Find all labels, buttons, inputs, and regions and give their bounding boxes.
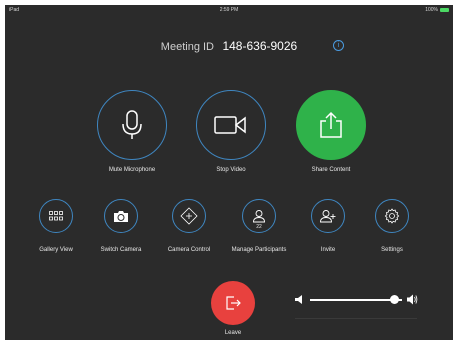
participants-count: 22 — [256, 224, 262, 230]
meeting-id-value: 148-636-9026 — [222, 39, 298, 53]
info-icon[interactable]: i — [333, 40, 344, 51]
settings-button[interactable] — [375, 199, 409, 233]
share-content-label: Share Content — [311, 167, 351, 173]
manage-participants-button[interactable]: 22 — [242, 199, 276, 233]
clock: 2:59 PM — [219, 7, 239, 13]
leave-label: Leave — [224, 330, 242, 336]
invite-icon — [320, 210, 336, 223]
volume-low-icon — [295, 295, 302, 304]
share-icon — [320, 111, 342, 138]
stop-video-label: Stop Video — [216, 167, 246, 173]
gear-icon — [384, 208, 400, 224]
meeting-id: Meeting ID 148-636-9026 — [5, 37, 453, 55]
battery-icon — [440, 8, 449, 12]
meeting-controls-screen: iPad 2:59 PM 100% Meeting ID 148-636-902… — [5, 5, 453, 340]
grid-icon — [49, 211, 63, 221]
volume-divider — [295, 318, 417, 319]
meeting-id-label: Meeting ID — [160, 41, 214, 53]
share-content-button[interactable] — [296, 90, 366, 160]
manage-participants-label: Manage Participants — [231, 247, 287, 253]
camera-control-button[interactable] — [172, 199, 206, 233]
leave-button[interactable] — [211, 281, 255, 325]
volume-control — [295, 291, 418, 321]
volume-high-icon — [407, 294, 418, 305]
battery-indicator: 100% — [425, 7, 449, 13]
settings-label: Settings — [381, 247, 403, 253]
switch-camera-icon — [114, 210, 128, 222]
volume-slider-knob[interactable] — [390, 295, 400, 304]
mute-microphone-button[interactable] — [97, 90, 167, 160]
camera-control-label: Camera Control — [167, 247, 211, 253]
status-bar: iPad 2:59 PM 100% — [5, 5, 453, 15]
participants-icon — [253, 210, 265, 223]
gallery-view-button[interactable] — [39, 199, 73, 233]
volume-slider[interactable] — [310, 299, 402, 301]
exit-icon — [226, 296, 241, 310]
switch-camera-button[interactable] — [104, 199, 138, 233]
stop-video-button[interactable] — [196, 90, 266, 160]
camera-control-icon — [180, 207, 198, 225]
battery-percent: 100% — [425, 7, 438, 13]
invite-button[interactable] — [311, 199, 345, 233]
mute-microphone-label: Mute Microphone — [108, 167, 156, 173]
video-camera-icon — [214, 116, 246, 134]
microphone-icon — [122, 110, 142, 139]
